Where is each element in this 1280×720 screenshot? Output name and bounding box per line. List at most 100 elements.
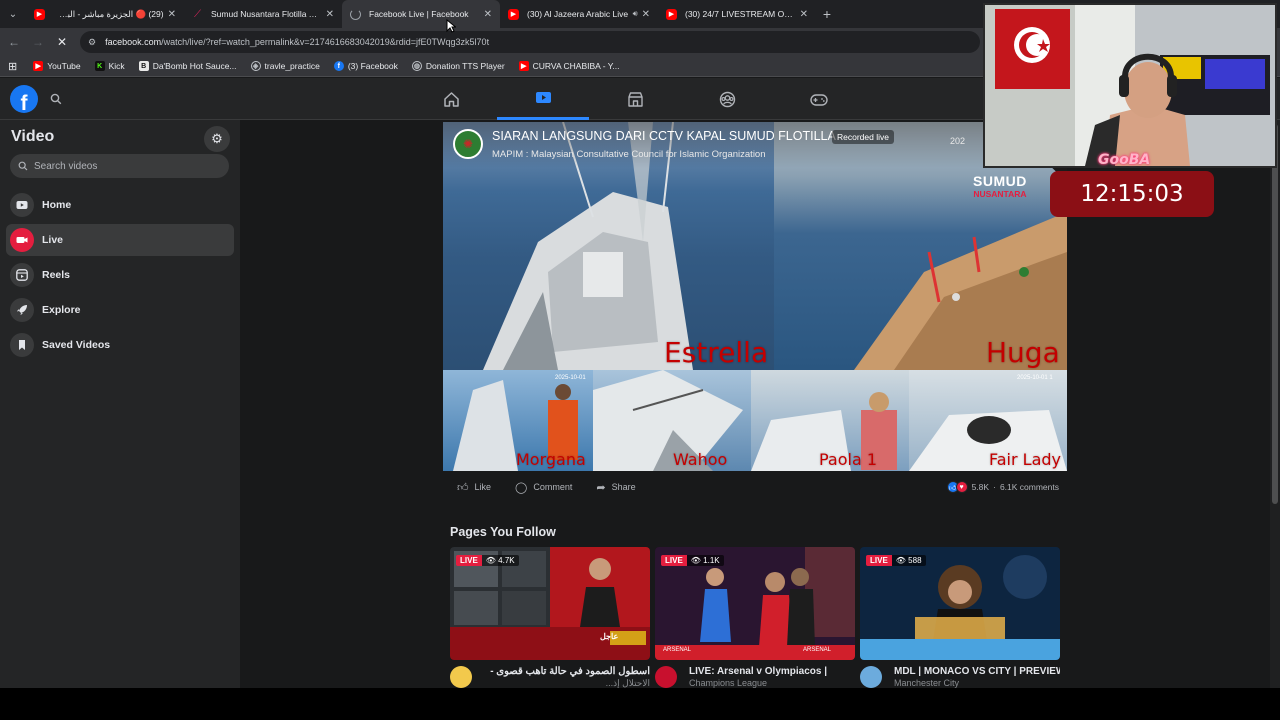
streamer-webcam	[983, 3, 1277, 168]
video-nav[interactable]	[497, 78, 589, 120]
video-icon	[535, 92, 551, 103]
tab-close-icon[interactable]: ✕	[642, 9, 650, 20]
cctv-feed-paola: Paola 1	[751, 370, 909, 471]
comment-icon: ◯	[515, 481, 528, 494]
bookmark-label: travle_practice	[264, 61, 320, 71]
boat-label: Paola 1	[819, 450, 878, 469]
sidebar-item-live[interactable]: Live	[6, 224, 234, 256]
channel-avatar[interactable]	[860, 666, 882, 688]
page-avatar[interactable]: ✺	[453, 129, 483, 159]
tab-close-icon[interactable]: ✕	[800, 9, 808, 20]
sidebar-item-reels[interactable]: Reels	[6, 259, 234, 291]
live-video-card[interactable]: LIVE 👁︎ 588 MDL | MONACO VS CITY | PREVIE…	[860, 547, 1060, 689]
comment-button[interactable]: ◯ Comment	[515, 481, 572, 494]
search-icon[interactable]	[42, 85, 70, 113]
card-text: MDL | MONACO VS CITY | PREVIEW Mancheste…	[894, 666, 1060, 689]
eye-icon: 👁︎	[895, 556, 909, 565]
video-player[interactable]: Estrella Huga Morgana 2025-10-01 Wahoo P…	[443, 122, 1067, 471]
streamer-name: GooBA	[1098, 152, 1151, 168]
webcam-image	[985, 5, 1275, 166]
speaker-icon[interactable]: 🔊︎	[633, 9, 638, 19]
settings-gear-icon[interactable]: ⚙	[204, 126, 230, 152]
comments-count[interactable]: 6.1K comments	[1000, 482, 1059, 492]
bookmark-donation[interactable]: ◍ Donation TTS Player	[411, 61, 505, 71]
sidebar-item-home[interactable]: Home	[6, 189, 234, 221]
video-sidebar: Video ⚙ Home Live Reels Explore Saved Vi…	[0, 120, 240, 688]
live-chip: LIVE 👁︎ 1.1K	[661, 555, 724, 566]
tab-close-icon[interactable]: ✕	[326, 9, 334, 20]
facebook-logo[interactable]: f	[10, 85, 38, 115]
page-scrollbar[interactable]	[1270, 120, 1280, 688]
card-title[interactable]: أسطول الصمود في حالة تأهب قصوى -	[484, 666, 650, 678]
card-title[interactable]: LIVE: Arsenal v Olympiacos |	[689, 666, 855, 678]
bookmark-facebook[interactable]: f (3) Facebook	[333, 61, 398, 71]
browser-tab[interactable]: ⟋ Sumud Nusantara Flotilla Track ✕	[184, 0, 342, 28]
gaming-nav[interactable]	[773, 78, 865, 120]
boat-label: Wahoo	[673, 450, 728, 469]
bookmark-dabomb[interactable]: B Da'Bomb Hot Sauce...	[138, 61, 237, 71]
search-videos-field[interactable]	[10, 154, 229, 178]
bookmark-youtube[interactable]: ▶ YouTube	[33, 61, 81, 71]
reaction-summary[interactable]: 👍︎ ♥ 5.8K · 6.1K comments	[946, 481, 1059, 493]
bookmark-label: CURVA CHABIBA - Y...	[532, 61, 620, 71]
pages-you-follow-section: Pages You Follow LIVE 👁︎ 4.7K عاجل أسطول…	[443, 510, 1067, 688]
compass-icon: ◈	[250, 61, 261, 71]
bookmark-kick[interactable]: K Kick	[94, 61, 125, 71]
card-title[interactable]: MDL | MONACO VS CITY | PREVIEW	[894, 666, 1060, 678]
boat-label: Huga	[986, 336, 1060, 369]
bookmark-curva[interactable]: ▶ CURVA CHABIBA - Y...	[518, 61, 620, 71]
video-actions: 👍︎ Like ◯ Comment ➦ Share 👍︎ ♥ 5.8K · 6.1K …	[443, 474, 1067, 500]
tab-close-icon[interactable]: ✕	[168, 9, 176, 20]
youtube-icon: ▶	[33, 61, 44, 71]
sumud-nusantara-logo: SUMUD NUSANTARA	[973, 174, 1027, 199]
rocket-icon	[10, 298, 34, 322]
recorded-live-badge: Recorded live	[832, 130, 894, 144]
viewer-count-value: 588	[908, 556, 922, 565]
search-videos-input[interactable]	[34, 160, 214, 172]
share-button[interactable]: ➦ Share	[596, 481, 635, 494]
address-bar[interactable]: ⚙︎ facebook.com/watch/live/?ref=watch_pe…	[80, 31, 980, 53]
home-icon	[443, 91, 459, 107]
globe-icon: ◍	[411, 61, 422, 71]
bookmark-label: Donation TTS Player	[425, 61, 505, 71]
video-thumbnail[interactable]: LIVE 👁︎ 4.7K عاجل	[450, 547, 650, 660]
sidebar-item-explore[interactable]: Explore	[6, 294, 234, 326]
dabomb-icon: B	[138, 61, 149, 71]
like-button[interactable]: 👍︎ Like	[457, 481, 491, 494]
back-arrow-icon[interactable]: ←	[2, 28, 26, 56]
live-camera-icon	[10, 228, 34, 252]
love-reaction-icon: ♥	[955, 481, 968, 493]
browser-tab-active[interactable]: Facebook Live | Facebook ✕	[342, 0, 500, 28]
video-page-name[interactable]: MAPIM : Malaysian Consultative Council f…	[492, 149, 766, 160]
browser-tab[interactable]: ▶ (30) Al Jazeera Arabic Live 🔊︎ ✕	[500, 0, 658, 28]
groups-nav[interactable]	[681, 78, 773, 120]
video-thumbnail[interactable]: LIVE 👁︎ 1.1K ARSENAL ARSENAL	[655, 547, 855, 660]
live-video-card[interactable]: LIVE 👁︎ 1.1K ARSENAL ARSENAL LIVE: Arsena…	[655, 547, 855, 688]
bookmark-travle[interactable]: ◈ travle_practice	[250, 61, 320, 71]
tab-close-icon[interactable]: ✕	[484, 9, 492, 20]
cctv-feed-morgana: Morgana 2025-10-01	[443, 370, 593, 471]
marketplace-nav[interactable]	[589, 78, 681, 120]
channel-avatar[interactable]	[655, 666, 677, 688]
arsenal-caption: ARSENAL	[663, 647, 692, 653]
scrollbar-thumb[interactable]	[1272, 124, 1278, 504]
video-thumbnail[interactable]: LIVE 👁︎ 588	[860, 547, 1060, 660]
cctv-feed-wahoo: Wahoo	[593, 370, 751, 471]
viewer-count-value: 4.7K	[498, 556, 515, 565]
logo-letter: f	[20, 92, 28, 115]
live-video-card[interactable]: LIVE 👁︎ 4.7K عاجل أسطول الصمود في حالة تأ…	[450, 547, 650, 688]
sidebar-item-saved[interactable]: Saved Videos	[6, 329, 234, 361]
stop-loading-icon[interactable]: ✕	[50, 28, 74, 56]
home-nav[interactable]	[405, 78, 497, 120]
tab-search-dropdown-icon[interactable]: ⌄	[0, 0, 26, 28]
card-footer: أسطول الصمود في حالة تأهب قصوى - الاحتلا…	[450, 666, 650, 688]
cctv-feed-fair-lady: Fair Lady 2025-10-01 1	[909, 370, 1067, 471]
apps-grid-icon[interactable]: ⊞	[8, 60, 17, 73]
browser-tab[interactable]: ▶ (29) 🔴 الجزيرة مباشر - البث الح ✕	[26, 0, 184, 28]
browser-tab[interactable]: ▶ (30) 24/7 LIVESTREAM OF GLO ✕	[658, 0, 816, 28]
channel-avatar[interactable]	[450, 666, 472, 688]
eye-icon: 👁︎	[690, 556, 704, 565]
new-tab-icon[interactable]: +	[816, 0, 838, 28]
site-info-icon[interactable]: ⚙︎	[88, 37, 96, 48]
forward-arrow-icon[interactable]: →	[26, 28, 50, 56]
